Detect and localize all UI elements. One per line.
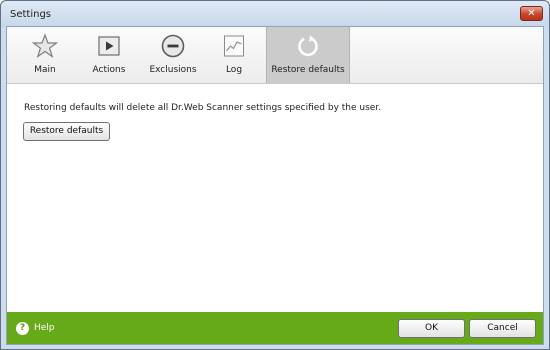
star-icon	[32, 33, 58, 58]
play-icon	[98, 36, 120, 56]
settings-client-area: Main Actions Exclusions Log Restore defa…	[6, 26, 544, 345]
settings-toolbar: Main Actions Exclusions Log Restore defa…	[7, 27, 543, 84]
tab-restore-defaults[interactable]: Restore defaults	[266, 27, 350, 83]
help-link[interactable]: Help	[34, 323, 55, 333]
tab-main-label: Main	[34, 65, 56, 75]
restore-icon	[298, 35, 318, 57]
window-title: Settings	[10, 9, 52, 20]
footer-bar: ? Help OK Cancel	[7, 312, 543, 344]
tab-log-label: Log	[225, 65, 243, 75]
minus-circle-icon	[161, 34, 185, 58]
tab-log[interactable]: Log	[209, 27, 259, 83]
settings-window: Settings ✕ Main Actions Exclusions Log R…	[0, 0, 550, 350]
title-bar: Settings ✕	[1, 1, 549, 27]
tab-exclusions[interactable]: Exclusions	[143, 27, 203, 83]
tab-actions[interactable]: Actions	[79, 27, 139, 83]
restore-description: Restoring defaults will delete all Dr.We…	[24, 103, 382, 113]
tab-actions-label: Actions	[92, 65, 126, 75]
tab-restore-defaults-label: Restore defaults	[271, 65, 345, 75]
help-icon[interactable]: ?	[16, 322, 29, 335]
ok-button[interactable]: OK	[398, 319, 465, 338]
restore-defaults-panel: Restoring defaults will delete all Dr.We…	[7, 84, 543, 312]
close-button[interactable]: ✕	[520, 6, 543, 21]
tab-main[interactable]: Main	[17, 27, 73, 83]
log-chart-icon	[224, 35, 244, 57]
cancel-button[interactable]: Cancel	[469, 319, 536, 338]
restore-defaults-button[interactable]: Restore defaults	[23, 122, 110, 141]
tab-exclusions-label: Exclusions	[149, 65, 197, 75]
